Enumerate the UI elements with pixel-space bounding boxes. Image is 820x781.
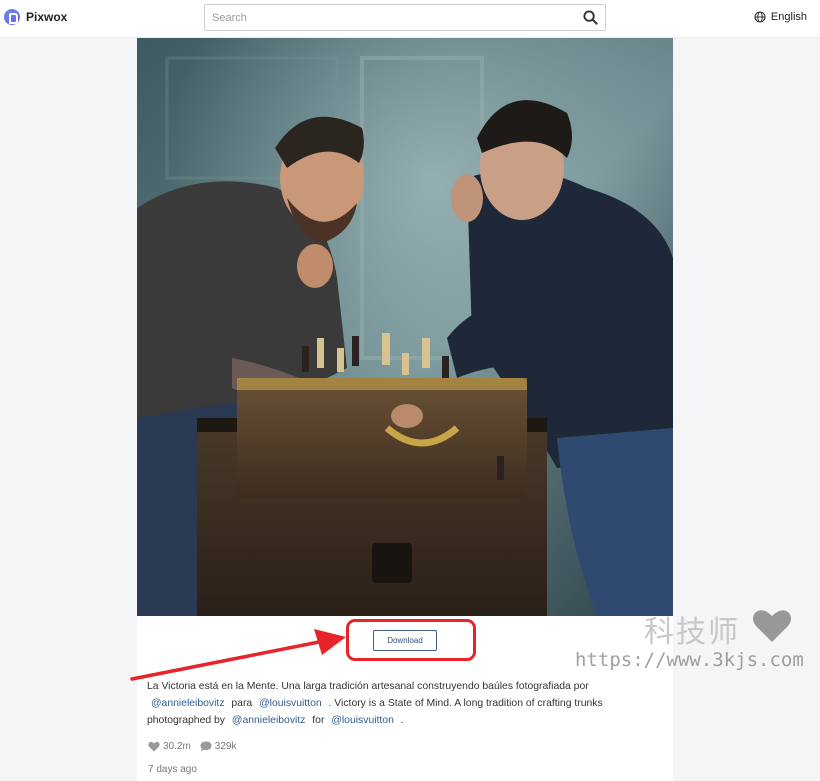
mention-link[interactable]: @annieleibovitz — [232, 715, 306, 726]
app-logo[interactable]: Pixwox — [4, 9, 67, 25]
likes-stat: 30.2m — [148, 741, 191, 752]
mention-link[interactable]: @louisvuitton — [259, 698, 322, 709]
app-name: Pixwox — [26, 10, 68, 24]
post-time: 7 days ago — [148, 764, 197, 775]
watermark-text: 科技师 — [644, 615, 740, 650]
language-label: English — [770, 11, 807, 23]
mention-link[interactable]: @louisvuitton — [331, 715, 394, 726]
heart-icon — [753, 610, 791, 642]
search-icon[interactable] — [583, 10, 598, 25]
heart-icon — [148, 741, 160, 752]
language-selector[interactable]: English — [754, 11, 807, 23]
post-image[interactable] — [137, 38, 673, 616]
post-caption: La Victoria está en la Mente. Una larga … — [147, 678, 617, 729]
red-arrow — [130, 629, 346, 681]
caption-line-3: photographed by @annieleibovitz for @lou… — [147, 715, 404, 726]
globe-icon — [754, 11, 766, 23]
likes-count: 30.2m — [163, 741, 191, 752]
search-input[interactable] — [205, 5, 565, 30]
comment-icon — [200, 741, 212, 752]
comments-count: 329k — [214, 741, 237, 752]
top-bar: Pixwox English — [0, 0, 820, 38]
comments-stat: 329k — [200, 741, 237, 752]
post-stats: 30.2m 329k — [148, 741, 245, 752]
download-button[interactable]: Download — [373, 630, 437, 651]
search-box — [204, 4, 606, 31]
watermark-url: https://www.3kjs.com — [575, 649, 804, 671]
caption-line-2: @annieleibovitz para @louisvuitton . Vic… — [151, 698, 603, 709]
logo-icon — [4, 9, 20, 25]
mention-link[interactable]: @annieleibovitz — [151, 698, 225, 709]
